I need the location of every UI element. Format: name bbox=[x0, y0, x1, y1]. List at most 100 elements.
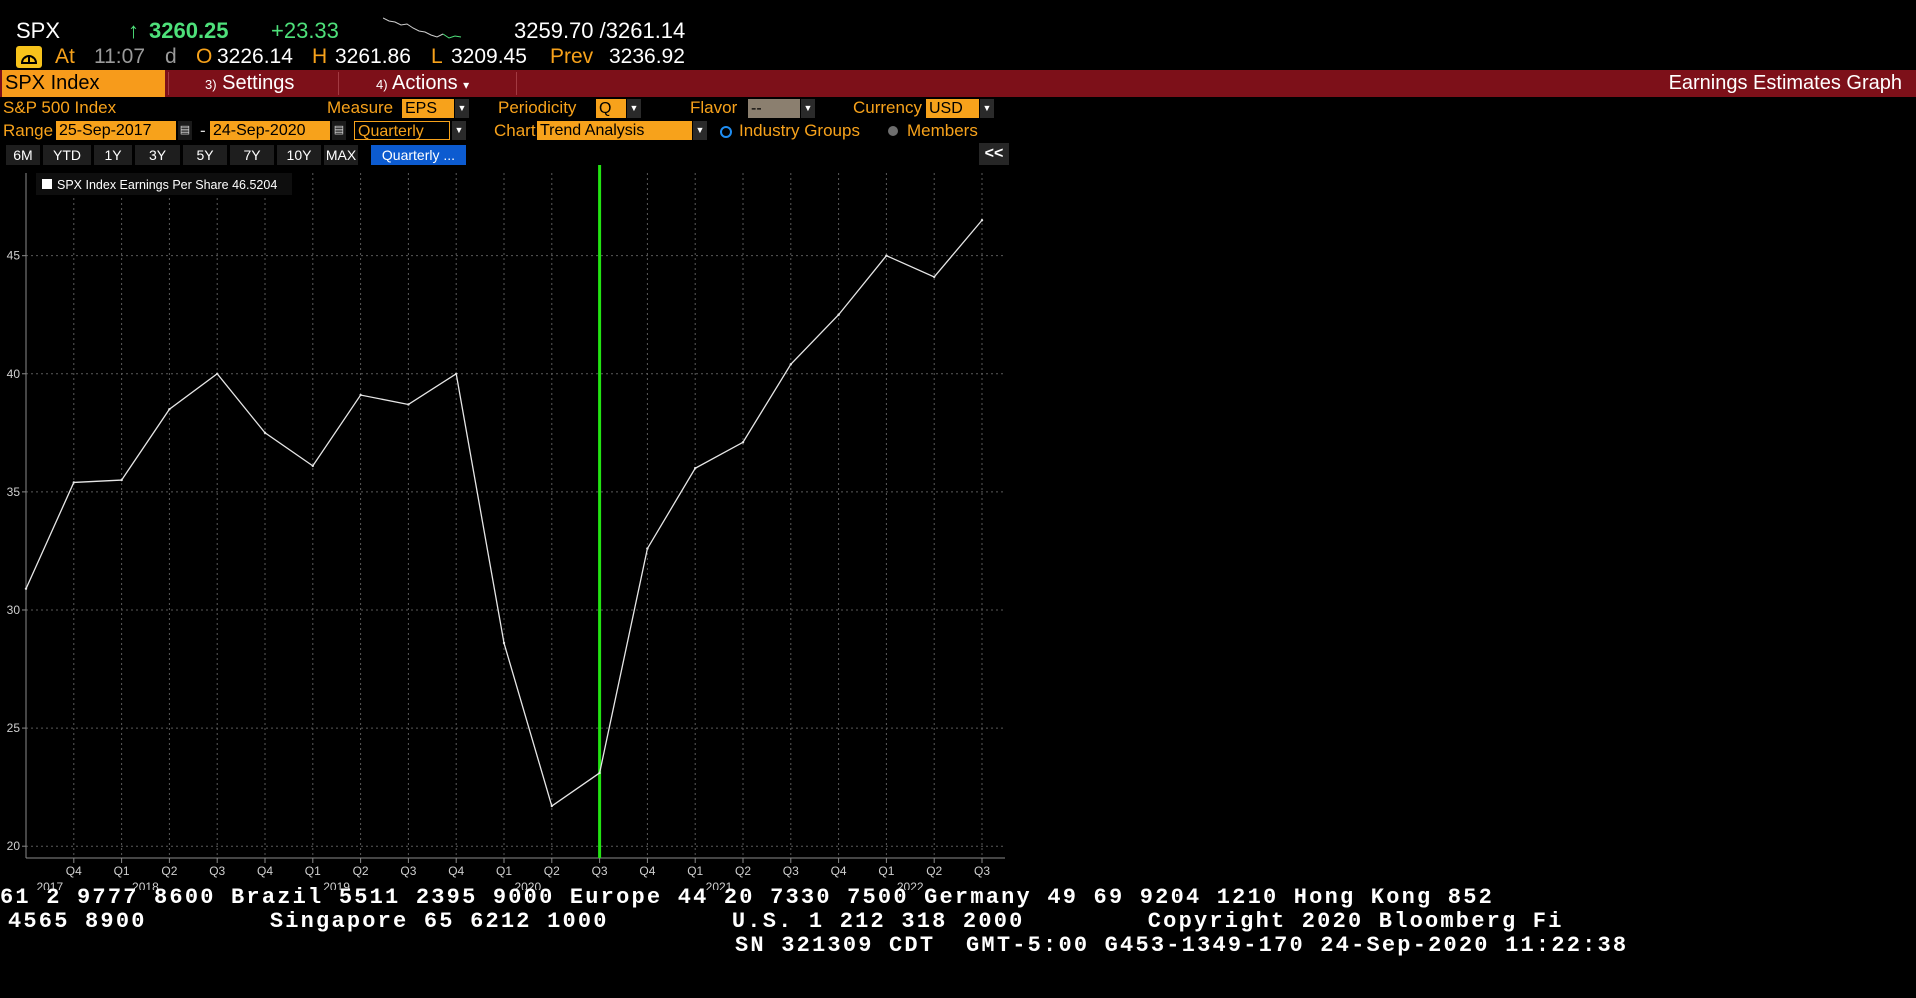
settings-menu[interactable]: 3) Settings bbox=[205, 70, 294, 97]
x-tick-label: Q1 bbox=[114, 864, 130, 878]
actions-hotkey: 4) bbox=[376, 77, 388, 92]
chart-type-field[interactable]: Trend Analysis bbox=[537, 121, 692, 140]
function-title: Earnings Estimates Graph bbox=[1668, 72, 1902, 94]
menu-divider bbox=[516, 72, 517, 95]
collapse-panel-button[interactable]: << bbox=[979, 143, 1009, 165]
y-tick-label: 35 bbox=[7, 485, 21, 499]
chevron-down-icon[interactable]: ▼ bbox=[693, 121, 707, 140]
settings-hotkey: 3) bbox=[205, 77, 217, 92]
range-button-1y[interactable]: 1Y bbox=[94, 145, 132, 165]
x-tick-label: Q4 bbox=[639, 864, 655, 878]
x-tick-label: Q1 bbox=[496, 864, 512, 878]
clock-icon[interactable] bbox=[16, 46, 42, 68]
calendar-icon[interactable]: ▤ bbox=[178, 121, 192, 140]
intraday-sparkline bbox=[383, 17, 462, 39]
x-tick-label: Q2 bbox=[353, 864, 369, 878]
function-menubar: SPX Index 3) Settings 4) Actions ▾ Earni… bbox=[0, 70, 1916, 97]
x-tick-label: Q1 bbox=[687, 864, 703, 878]
bid-ask: 3259.70 /3261.14 bbox=[514, 18, 686, 43]
measure-field[interactable]: EPS bbox=[402, 99, 454, 118]
chart-label: Chart bbox=[494, 121, 536, 140]
security-name: S&P 500 Index bbox=[3, 98, 117, 117]
chart-grid bbox=[26, 173, 1005, 858]
x-tick-label: Q3 bbox=[783, 864, 799, 878]
ticker-tape-line-1: 61 2 9777 8600 Brazil 5511 2395 9000 Eur… bbox=[0, 885, 1495, 910]
range-button-max[interactable]: MAX bbox=[324, 145, 358, 165]
menu-divider bbox=[168, 72, 169, 95]
range-end-field[interactable]: 24-Sep-2020 bbox=[210, 121, 330, 140]
y-tick-label: 45 bbox=[7, 249, 21, 263]
data-point bbox=[359, 393, 362, 397]
range-start-field[interactable]: 25-Sep-2017 bbox=[56, 121, 176, 140]
legend-swatch bbox=[42, 179, 52, 189]
data-point bbox=[407, 403, 410, 406]
x-tick-label: Q2 bbox=[926, 864, 942, 878]
x-tick-label: Q4 bbox=[831, 864, 847, 878]
range-button-6m[interactable]: 6M bbox=[6, 145, 40, 165]
y-tick-label: 20 bbox=[7, 839, 21, 853]
chevron-down-icon[interactable]: ▼ bbox=[627, 99, 641, 118]
chevron-down-icon[interactable]: ▼ bbox=[980, 99, 994, 118]
currency-label: Currency bbox=[853, 98, 922, 117]
chevron-down-icon[interactable]: ▼ bbox=[801, 99, 815, 118]
y-tick-label: 40 bbox=[7, 367, 21, 381]
flavor-field[interactable]: -- bbox=[748, 99, 800, 118]
range-button-10y[interactable]: 10Y bbox=[277, 145, 321, 165]
x-tick-label: Q4 bbox=[257, 864, 273, 878]
high-label: H bbox=[312, 45, 328, 68]
x-tick-label: Q1 bbox=[878, 864, 894, 878]
range-period-select[interactable]: Quarterly bbox=[354, 121, 450, 140]
data-point bbox=[455, 372, 458, 375]
data-point bbox=[837, 313, 840, 316]
x-tick-label: Q3 bbox=[209, 864, 225, 878]
data-point bbox=[885, 254, 888, 257]
range-button-5y[interactable]: 5Y bbox=[183, 145, 227, 165]
up-arrow-icon: ↑ bbox=[128, 18, 139, 43]
settings-label: Settings bbox=[222, 72, 295, 94]
range-dash: - bbox=[200, 121, 206, 140]
data-point bbox=[168, 408, 171, 411]
at-label: At bbox=[55, 45, 75, 68]
range-label: Range bbox=[3, 121, 54, 140]
x-tick-label: Q3 bbox=[974, 864, 990, 878]
x-tick-label: Q3 bbox=[592, 864, 608, 878]
members-label[interactable]: Members bbox=[907, 121, 978, 141]
prev-value: 3236.92 bbox=[609, 45, 685, 68]
sparkline-recent bbox=[442, 33, 462, 39]
chevron-down-icon[interactable]: ▼ bbox=[452, 121, 466, 140]
eps-trend-chart[interactable]: 20 25 30 35 40 45 Q4 Q1 Q2 Q3 Q4 Q1 Q2 Q3 Q4 Q1 Q2 Q3 Q4 Q… bbox=[0, 165, 1010, 890]
y-tick-label: 30 bbox=[7, 603, 21, 617]
actions-menu[interactable]: 4) Actions ▾ bbox=[376, 70, 469, 97]
prev-label: Prev bbox=[550, 45, 594, 68]
x-tick-label: Q4 bbox=[66, 864, 82, 878]
ticker-tape-line-3: SN 321309 CDT GMT-5:00 G453-1349-170 24-… bbox=[735, 933, 1629, 958]
time-flag: d bbox=[165, 45, 177, 68]
data-point bbox=[311, 464, 314, 468]
chevron-down-icon: ▾ bbox=[463, 78, 470, 92]
quote-time: 11:07 bbox=[94, 45, 145, 68]
open-value: 3226.14 bbox=[217, 45, 293, 68]
data-point bbox=[72, 481, 76, 484]
data-point bbox=[789, 363, 792, 366]
sparkline-line bbox=[383, 17, 444, 38]
currency-field[interactable]: USD bbox=[926, 99, 979, 118]
x-tick-label: Q3 bbox=[400, 864, 416, 878]
data-point bbox=[263, 431, 267, 435]
security-tab[interactable]: SPX Index bbox=[2, 70, 165, 97]
actions-label: Actions bbox=[392, 72, 458, 94]
chevron-down-icon[interactable]: ▼ bbox=[455, 99, 469, 118]
range-button-ytd[interactable]: YTD bbox=[43, 145, 91, 165]
range-button-quarterly[interactable]: Quarterly ... bbox=[371, 145, 466, 165]
legend-label: SPX Index Earnings Per Share 46.5204 bbox=[57, 178, 277, 192]
last-price: 3260.25 bbox=[149, 18, 229, 43]
range-button-3y[interactable]: 3Y bbox=[135, 145, 180, 165]
flavor-label: Flavor bbox=[690, 98, 738, 117]
calendar-icon[interactable]: ▤ bbox=[332, 121, 346, 140]
periodicity-field[interactable]: Q bbox=[596, 99, 626, 118]
industry-groups-label[interactable]: Industry Groups bbox=[739, 121, 860, 141]
range-button-7y[interactable]: 7Y bbox=[230, 145, 274, 165]
members-radio[interactable] bbox=[888, 126, 898, 136]
ticker-symbol[interactable]: SPX bbox=[16, 18, 60, 44]
price-change: +23.33 bbox=[271, 18, 339, 43]
industry-groups-radio[interactable] bbox=[720, 126, 732, 138]
